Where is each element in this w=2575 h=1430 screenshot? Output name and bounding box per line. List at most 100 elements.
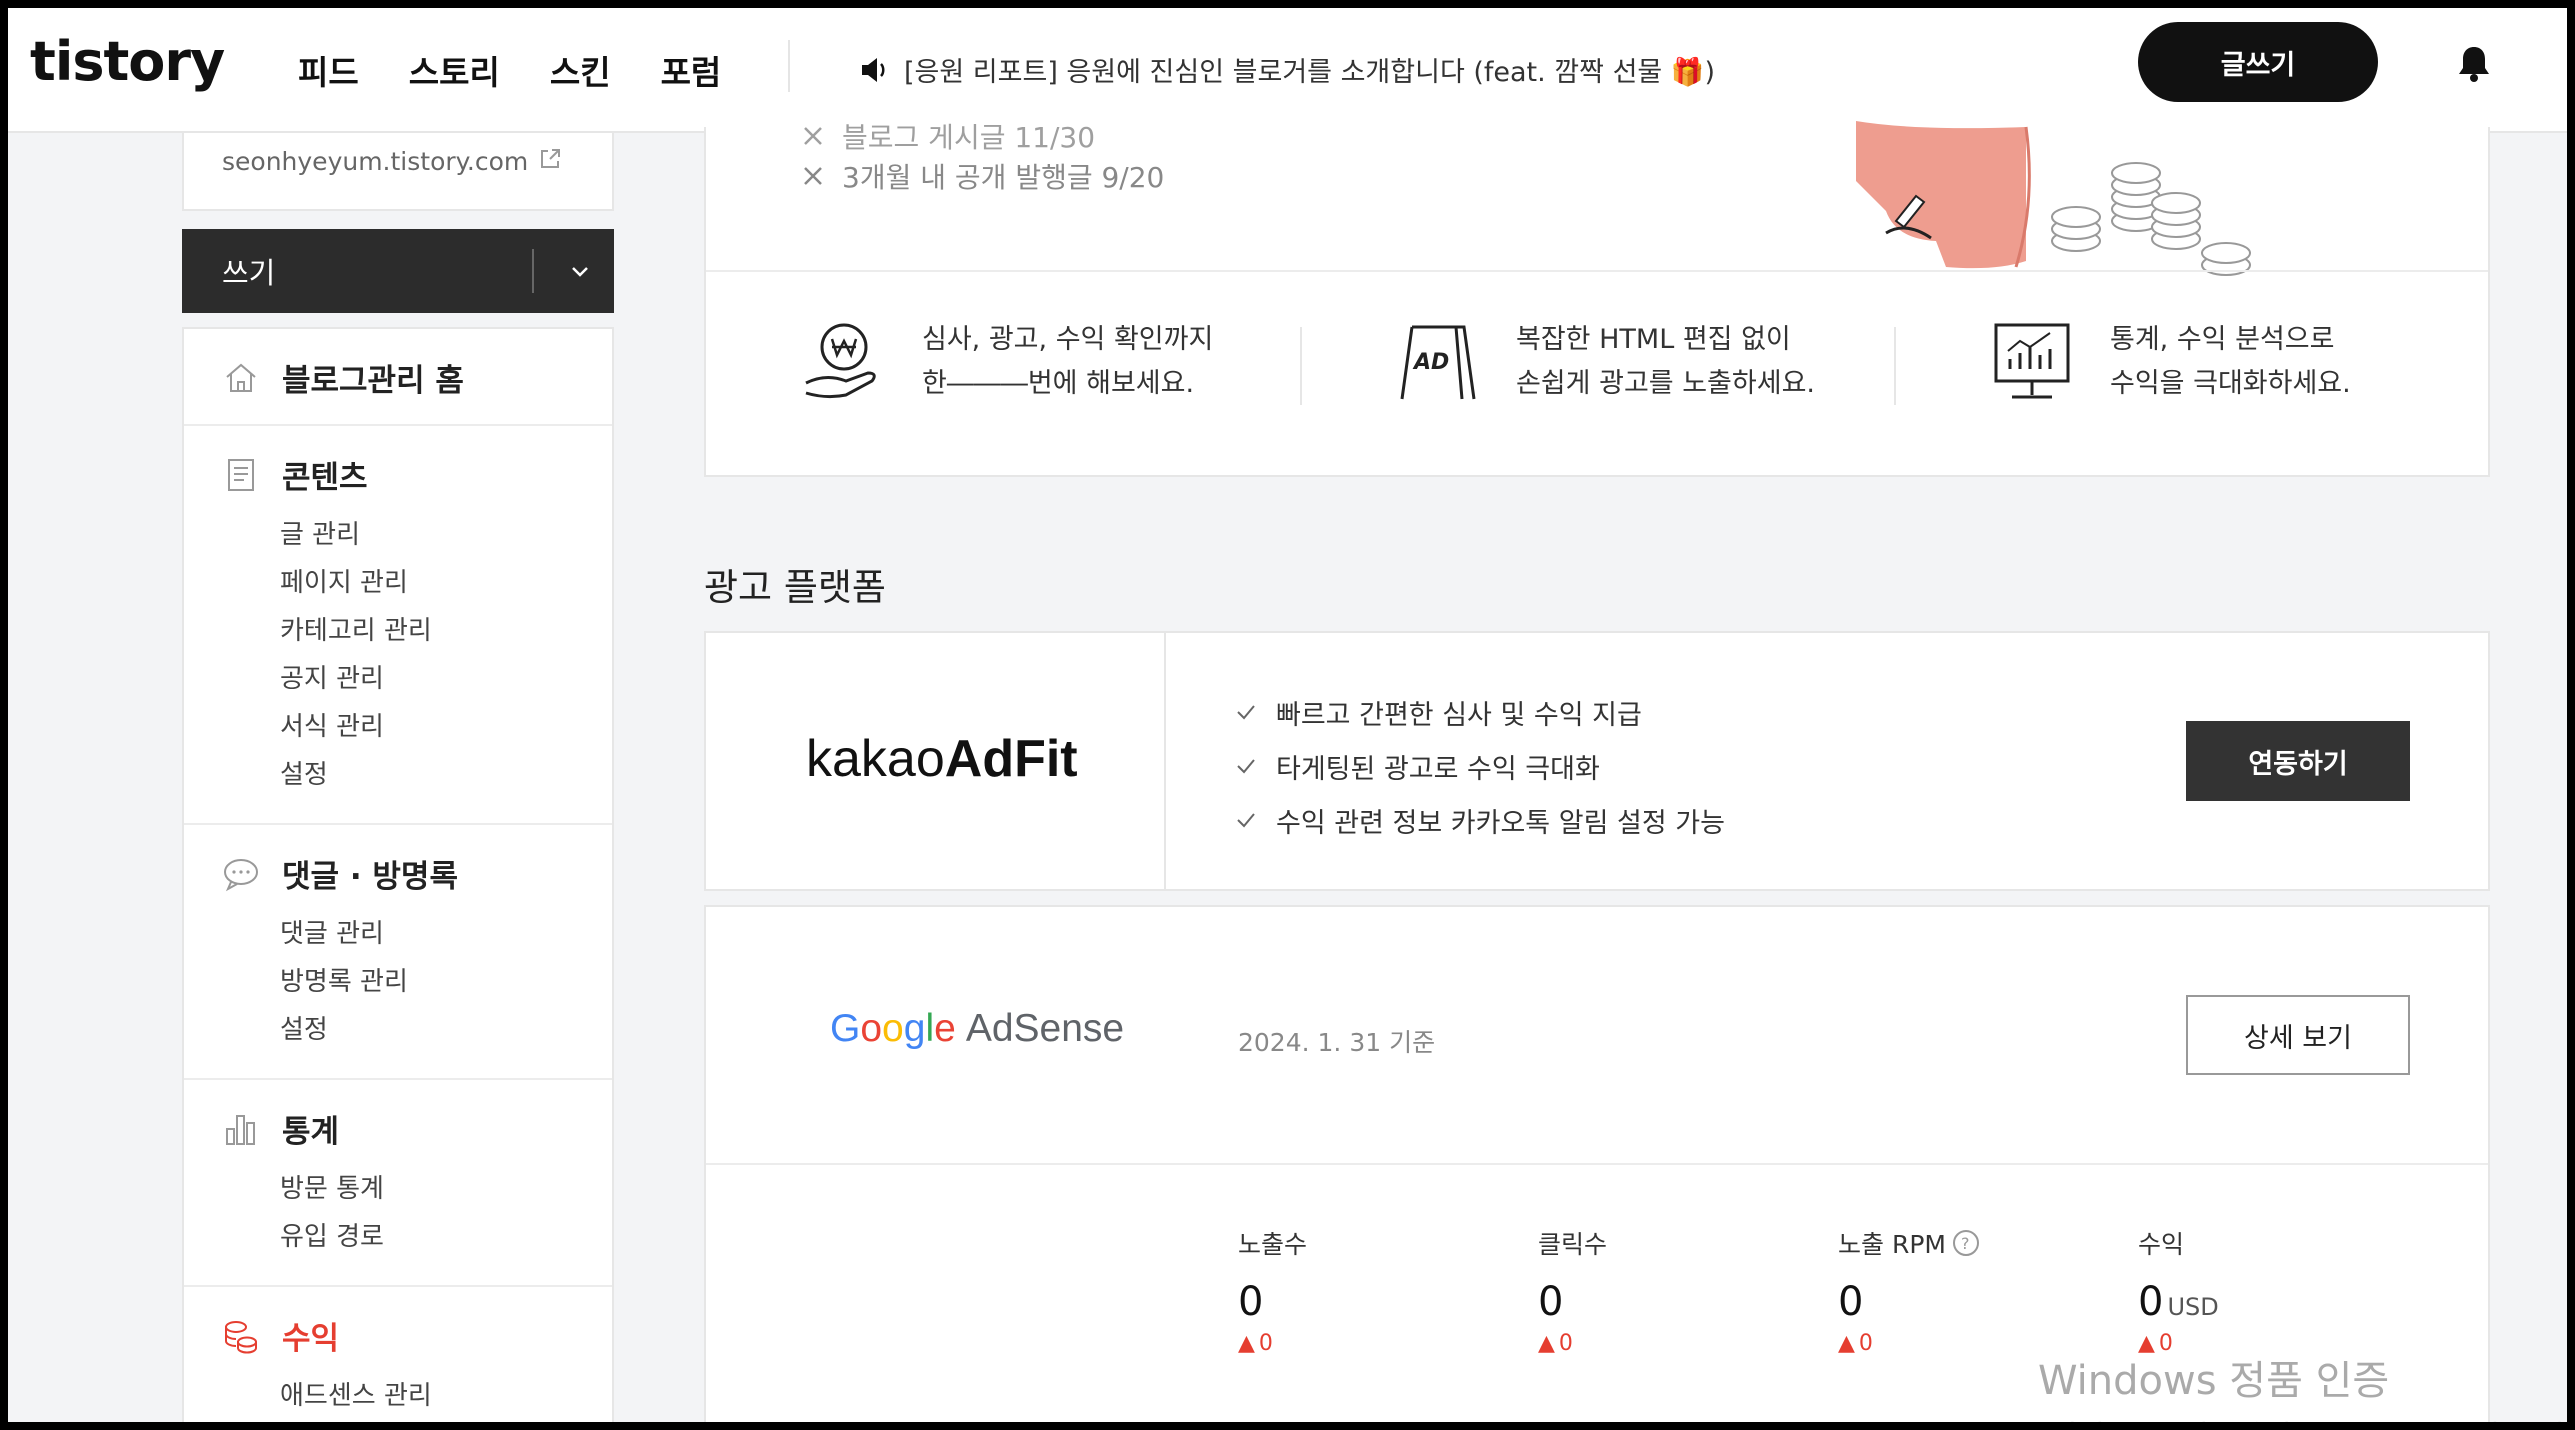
adfit-benefit-list: 빠르고 간편한 심사 및 수익 지급 타게팅된 광고로 수익 극대화 수익 관련… — [1236, 685, 1725, 847]
write-post-button[interactable]: 글쓰기 — [2138, 22, 2378, 102]
sidebar: seonhyeyum.tistory.com 쓰기 블로그관리 홈 콘텐츠 글 … — [182, 133, 614, 1422]
adsense-detail-button[interactable]: 상세 보기 — [2186, 995, 2410, 1075]
bar-chart-icon — [222, 1110, 260, 1148]
nav-forum[interactable]: 포럼 — [661, 46, 722, 94]
sidebar-item-referrer[interactable]: 유입 경로 — [280, 1213, 612, 1261]
feature-item: 심사, 광고, 수익 확인까지 한―――번에 해보세요. — [706, 317, 1300, 407]
contents-submenu: 글 관리 페이지 관리 카테고리 관리 공지 관리 서식 관리 설정 — [184, 511, 612, 799]
sidebar-item-revenue[interactable]: 수익 — [184, 1313, 612, 1358]
benefit-item: 빠르고 간편한 심사 및 수익 지급 — [1236, 685, 1725, 739]
adsense-stats: 노출수 0 ▲ 0 클릭수 0 ▲ 0 노출 RPM ? 0 ▲ 0 수익 0 … — [1238, 1225, 2438, 1356]
monitor-chart-icon — [1994, 323, 2070, 399]
adsense-intro-card: 블로그 게시글 11/30 3개월 내 공개 발행글 9/20 심사, 광고, … — [704, 121, 2490, 477]
tistory-logo[interactable]: tistory — [30, 30, 225, 93]
check-icon — [1237, 813, 1255, 828]
feature-line: 통계, 수익 분석으로 — [2110, 324, 2335, 355]
stat-clicks: 클릭수 0 ▲ 0 — [1538, 1225, 1838, 1356]
speaker-icon — [862, 57, 885, 82]
kakao-adfit-logo: kakaoAdFit — [806, 730, 1078, 788]
adfit-connect-button[interactable]: 연동하기 — [2186, 721, 2410, 801]
external-link-icon[interactable] — [538, 147, 562, 171]
header-divider — [788, 40, 790, 92]
sidebar-item-home-label: 블로그관리 홈 — [282, 363, 464, 399]
sidebar-item-template-manage[interactable]: 서식 관리 — [280, 703, 612, 751]
blog-url-box: seonhyeyum.tistory.com — [182, 133, 614, 211]
notice-banner[interactable]: [응원 리포트] 응원에 진심인 블로거를 소개합니다 (feat. 깜짝 선물… — [858, 50, 1715, 89]
coins-hand-illustration — [1856, 121, 2251, 276]
sidebar-menu: 블로그관리 홈 콘텐츠 글 관리 페이지 관리 카테고리 관리 공지 관리 서식… — [182, 327, 614, 1422]
feature-item: AD 복잡한 HTML 편집 없이 손쉽게 광고를 노출하세요. — [1300, 317, 1894, 407]
sidebar-item-adsense-manage[interactable]: 애드센스 관리 — [280, 1372, 612, 1420]
adfit-logo-area: kakaoAdFit — [706, 633, 1166, 889]
bell-icon[interactable] — [2456, 44, 2492, 84]
write-dropdown[interactable]: 쓰기 — [182, 229, 614, 313]
sidebar-item-contents-settings[interactable]: 설정 — [280, 751, 612, 799]
sidebar-item-comments[interactable]: 댓글 · 방명록 — [184, 851, 612, 896]
google-adsense-card: Google AdSense 2024. 1. 31 기준 상세 보기 노출수 0… — [704, 905, 2490, 1422]
menu-section-stats: 통계 방문 통계 유입 경로 — [184, 1080, 612, 1287]
menu-section-comments: 댓글 · 방명록 댓글 관리 방명록 관리 설정 — [184, 825, 612, 1080]
home-icon — [222, 359, 260, 397]
nav-story[interactable]: 스토리 — [409, 46, 500, 94]
notice-text: [응원 리포트] 응원에 진심인 블로거를 소개합니다 (feat. 깜짝 선물… — [904, 57, 1715, 88]
check-icon — [1237, 705, 1255, 720]
revenue-submenu: 애드센스 관리 — [184, 1372, 612, 1420]
sidebar-item-contents-label: 콘텐츠 — [282, 460, 368, 496]
x-icon — [804, 127, 822, 145]
top-header: tistory 피드 스토리 스킨 포럼 [응원 리포트] 응원에 진심인 블로… — [8, 8, 2567, 133]
stat-value: 0 — [1238, 1279, 1264, 1325]
stat-rpm: 노출 RPM ? 0 ▲ 0 — [1838, 1225, 2138, 1356]
svg-text:?: ? — [1961, 1234, 1970, 1253]
benefit-item: 타게팅된 광고로 수익 극대화 — [1236, 739, 1725, 793]
feature-list: 심사, 광고, 수익 확인까지 한―――번에 해보세요. AD 복잡한 HTML… — [706, 317, 2488, 407]
benefit-text: 수익 관련 정보 카카오톡 알림 설정 가능 — [1276, 807, 1725, 839]
watermark-subtitle: [설정]으로 이동하여 Windows를 정품 인증합니다. — [2038, 1412, 2567, 1422]
sidebar-item-category-manage[interactable]: 카테고리 관리 — [280, 607, 612, 655]
stat-value: 0 — [1538, 1279, 1564, 1325]
feature-line: 심사, 광고, 수익 확인까지 — [922, 324, 1214, 355]
card-divider — [706, 270, 2488, 272]
sidebar-item-visit-stats[interactable]: 방문 통계 — [280, 1165, 612, 1213]
stat-change: ▲ 0 — [1238, 1331, 1273, 1356]
check-icon — [1237, 759, 1255, 774]
chevron-down-icon[interactable] — [568, 259, 592, 283]
sidebar-item-comments-settings[interactable]: 설정 — [280, 1006, 612, 1054]
sidebar-item-page-manage[interactable]: 페이지 관리 — [280, 559, 612, 607]
comments-submenu: 댓글 관리 방명록 관리 설정 — [184, 910, 612, 1054]
stat-impressions: 노출수 0 ▲ 0 — [1238, 1225, 1538, 1356]
sidebar-item-stats[interactable]: 통계 — [184, 1106, 612, 1151]
nav-feed[interactable]: 피드 — [298, 46, 359, 94]
kakao-adfit-card: kakaoAdFit 빠르고 간편한 심사 및 수익 지급 타게팅된 광고로 수… — [704, 631, 2490, 891]
benefit-text: 빠르고 간편한 심사 및 수익 지급 — [1276, 699, 1642, 731]
stat-label: 노출수 — [1238, 1230, 1308, 1259]
feature-line: 복잡한 HTML 편집 없이 — [1516, 324, 1791, 355]
stat-label: 클릭수 — [1538, 1230, 1608, 1259]
sidebar-item-comment-manage[interactable]: 댓글 관리 — [280, 910, 612, 958]
benefit-item: 수익 관련 정보 카카오톡 알림 설정 가능 — [1236, 793, 1725, 847]
blog-url[interactable]: seonhyeyum.tistory.com — [222, 147, 528, 176]
sidebar-item-stats-label: 통계 — [282, 1114, 340, 1150]
browser-viewport: tistory 피드 스토리 스킨 포럼 [응원 리포트] 응원에 진심인 블로… — [8, 8, 2567, 1422]
section-title-ad-platform: 광고 플랫폼 — [704, 566, 886, 609]
dropdown-divider — [532, 249, 534, 293]
sidebar-item-post-manage[interactable]: 글 관리 — [280, 511, 612, 559]
up-triangle-icon: ▲ — [1238, 1331, 1255, 1356]
sidebar-item-home[interactable]: 블로그관리 홈 — [184, 355, 612, 400]
nav-skin[interactable]: 스킨 — [550, 46, 611, 94]
sidebar-item-contents[interactable]: 콘텐츠 — [184, 452, 612, 497]
menu-section-contents: 콘텐츠 글 관리 페이지 관리 카테고리 관리 공지 관리 서식 관리 설정 — [184, 426, 612, 825]
stats-submenu: 방문 통계 유입 경로 — [184, 1165, 612, 1261]
write-dropdown-label: 쓰기 — [222, 256, 276, 290]
feature-line: 수익을 극대화하세요. — [2110, 368, 2351, 399]
menu-section-home: 블로그관리 홈 — [184, 329, 612, 426]
requirement-text: 3개월 내 공개 발행글 9/20 — [842, 161, 1165, 194]
speech-bubble-icon — [222, 855, 260, 893]
sidebar-item-guestbook-manage[interactable]: 방명록 관리 — [280, 958, 612, 1006]
requirement-item: 블로그 게시글 11/30 — [802, 111, 1095, 161]
sidebar-item-notice-manage[interactable]: 공지 관리 — [280, 655, 612, 703]
feature-item: 통계, 수익 분석으로 수익을 극대화하세요. — [1894, 317, 2488, 407]
requirements-list: 블로그 게시글 11/30 3개월 내 공개 발행글 9/20 — [802, 121, 1165, 201]
help-icon[interactable]: ? — [1952, 1229, 1980, 1257]
stat-label: 수익 — [2138, 1230, 2185, 1259]
feature-line: 손쉽게 광고를 노출하세요. — [1516, 368, 1815, 399]
